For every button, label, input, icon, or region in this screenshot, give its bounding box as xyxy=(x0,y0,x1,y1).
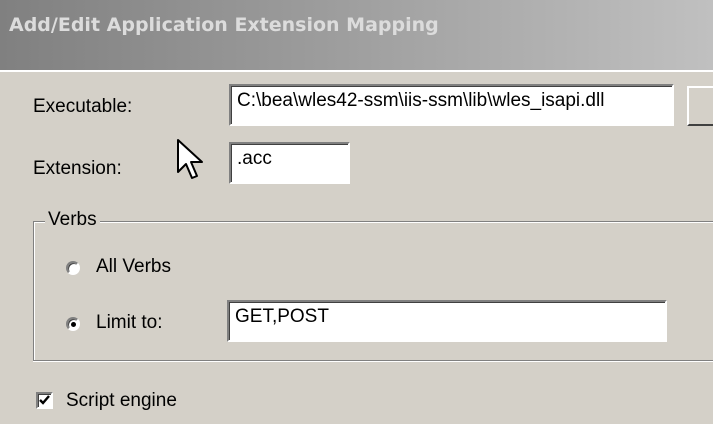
executable-label: Executable: xyxy=(33,96,133,117)
limit-to-radio[interactable] xyxy=(66,317,80,331)
dialog-title: Add/Edit Application Extension Mapping xyxy=(9,14,439,36)
limit-to-label[interactable]: Limit to: xyxy=(96,312,163,334)
all-verbs-radio[interactable] xyxy=(66,261,80,275)
all-verbs-label[interactable]: All Verbs xyxy=(96,256,171,278)
title-bar[interactable]: Add/Edit Application Extension Mapping xyxy=(0,0,713,70)
radio-selected-dot xyxy=(71,322,76,327)
checkmark-icon xyxy=(39,395,50,405)
extension-input[interactable]: .acc xyxy=(229,142,350,184)
arrow-pointer-icon xyxy=(177,139,203,179)
limit-to-input[interactable]: GET,POST xyxy=(227,300,667,342)
script-engine-label[interactable]: Script engine xyxy=(66,390,177,412)
title-divider xyxy=(0,70,713,72)
script-engine-checkbox[interactable] xyxy=(36,392,53,409)
browse-button[interactable] xyxy=(687,86,713,126)
extension-label: Extension: xyxy=(33,158,122,179)
verbs-group-label: Verbs xyxy=(45,209,100,231)
executable-input[interactable]: C:\bea\wles42-ssm\iis-ssm\lib\wles_isapi… xyxy=(229,84,674,126)
